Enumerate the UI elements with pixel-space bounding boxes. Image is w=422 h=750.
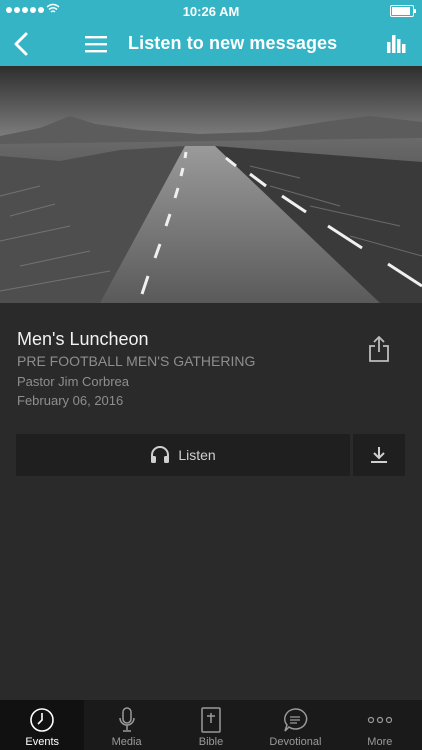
battery-icon — [390, 5, 416, 17]
listen-button[interactable]: Listen — [16, 434, 350, 476]
navigation-bar: Listen to new messages — [0, 22, 422, 66]
message-details: Men's Luncheon PRE FOOTBALL MEN'S GATHER… — [0, 303, 422, 700]
message-date: February 06, 2016 — [17, 393, 124, 408]
status-time: 10:26 AM — [182, 4, 240, 19]
headphones-icon — [151, 446, 170, 463]
share-icon[interactable] — [368, 335, 390, 363]
download-button[interactable] — [353, 434, 405, 476]
bar-chart-icon[interactable] — [386, 32, 408, 54]
tab-label: Bible — [198, 736, 224, 748]
tab-more[interactable]: More — [338, 700, 422, 750]
tab-label: Events — [25, 736, 60, 748]
message-series: PRE FOOTBALL MEN'S GATHERING — [17, 353, 256, 369]
message-title: Men's Luncheon — [17, 329, 149, 349]
speech-bubble-icon — [284, 708, 308, 732]
bible-icon — [201, 707, 221, 733]
microphone-icon — [118, 707, 135, 732]
back-chevron-icon[interactable] — [10, 30, 34, 58]
page-title: Listen to new messages — [128, 33, 338, 53]
status-bar: 10:26 AM — [0, 0, 422, 22]
tab-bar: Events Media Bible Devotional More — [0, 700, 422, 750]
tab-events[interactable]: Events — [0, 700, 85, 750]
tab-label: Devotional — [269, 736, 322, 748]
clock-icon — [30, 708, 55, 732]
hamburger-menu-icon[interactable] — [84, 32, 108, 56]
tab-label: Media — [111, 736, 142, 748]
message-speaker: Pastor Jim Corbrea — [17, 374, 129, 389]
listen-button-label: Listen — [178, 447, 216, 463]
tab-devotional[interactable]: Devotional — [253, 700, 337, 750]
message-artwork — [0, 66, 422, 303]
more-dots-icon — [367, 716, 392, 724]
tab-bible[interactable]: Bible — [169, 700, 253, 750]
tab-label: More — [367, 736, 393, 748]
tab-media[interactable]: Media — [84, 700, 168, 750]
download-icon — [371, 447, 387, 463]
